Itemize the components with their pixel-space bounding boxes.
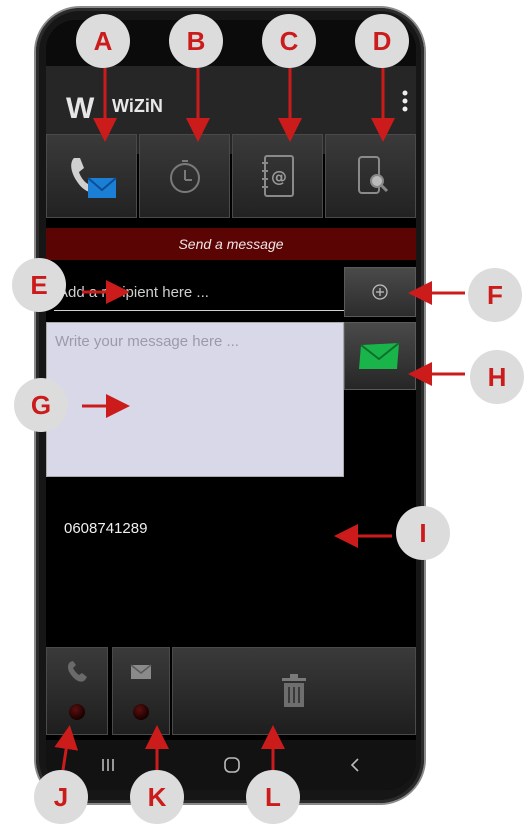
callout-d: D bbox=[355, 14, 409, 68]
arrow-j bbox=[54, 725, 79, 771]
callout-e: E bbox=[12, 258, 66, 312]
callout-l: L bbox=[246, 770, 300, 824]
callout-i: I bbox=[396, 506, 450, 560]
callout-g: G bbox=[14, 378, 68, 432]
callout-k: K bbox=[130, 770, 184, 824]
callout-a: A bbox=[76, 14, 130, 68]
callout-h: H bbox=[470, 350, 524, 404]
annotation-arrows bbox=[54, 68, 465, 771]
callout-j: J bbox=[34, 770, 88, 824]
callout-b: B bbox=[169, 14, 223, 68]
callout-f: F bbox=[468, 268, 522, 322]
callout-c: C bbox=[262, 14, 316, 68]
